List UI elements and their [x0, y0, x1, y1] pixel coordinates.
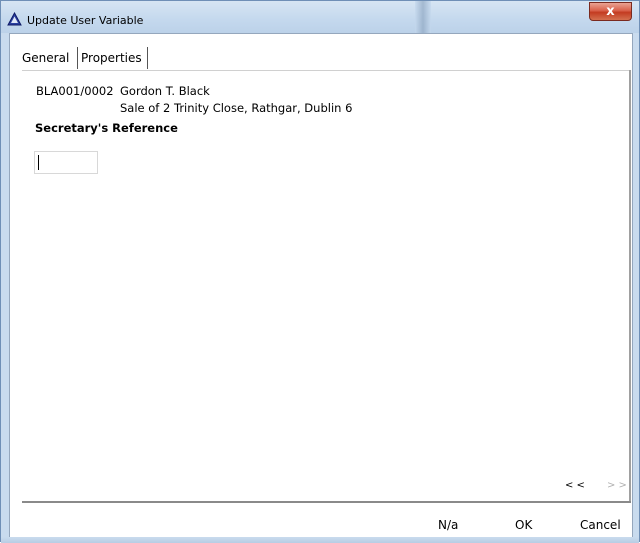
window-frame-bottom [1, 537, 639, 543]
cancel-button[interactable]: Cancel [580, 518, 621, 532]
ok-button[interactable]: OK [515, 518, 532, 532]
client-name: Gordon T. Black [120, 84, 210, 98]
panel-border-top [22, 70, 630, 71]
panel-border-bottom [22, 501, 631, 503]
window-title: Update User Variable [27, 14, 144, 27]
close-button[interactable]: x [589, 2, 632, 21]
title-bar-highlight [415, 1, 431, 33]
previous-page-button[interactable]: < < [565, 480, 585, 491]
secretary-reference-label: Secretary's Reference [35, 121, 178, 135]
secretary-reference-input[interactable] [34, 151, 98, 174]
text-caret [38, 155, 39, 170]
dialog-body: General Properties BLA001/0002 Gordon T.… [9, 33, 633, 543]
warning-triangle-icon [7, 12, 22, 26]
tab-properties[interactable]: Properties [79, 47, 148, 69]
matter-description: Sale of 2 Trinity Close, Rathgar, Dublin… [120, 101, 353, 115]
matter-reference: BLA001/0002 [36, 84, 114, 98]
na-button[interactable]: N/a [438, 518, 458, 532]
dialog-window: Update User Variable x General Propertie… [0, 0, 640, 543]
panel-border-right [629, 70, 631, 502]
title-bar[interactable]: Update User Variable x [1, 1, 639, 33]
tab-general[interactable]: General [20, 47, 78, 69]
next-page-button[interactable]: > > [607, 480, 627, 491]
